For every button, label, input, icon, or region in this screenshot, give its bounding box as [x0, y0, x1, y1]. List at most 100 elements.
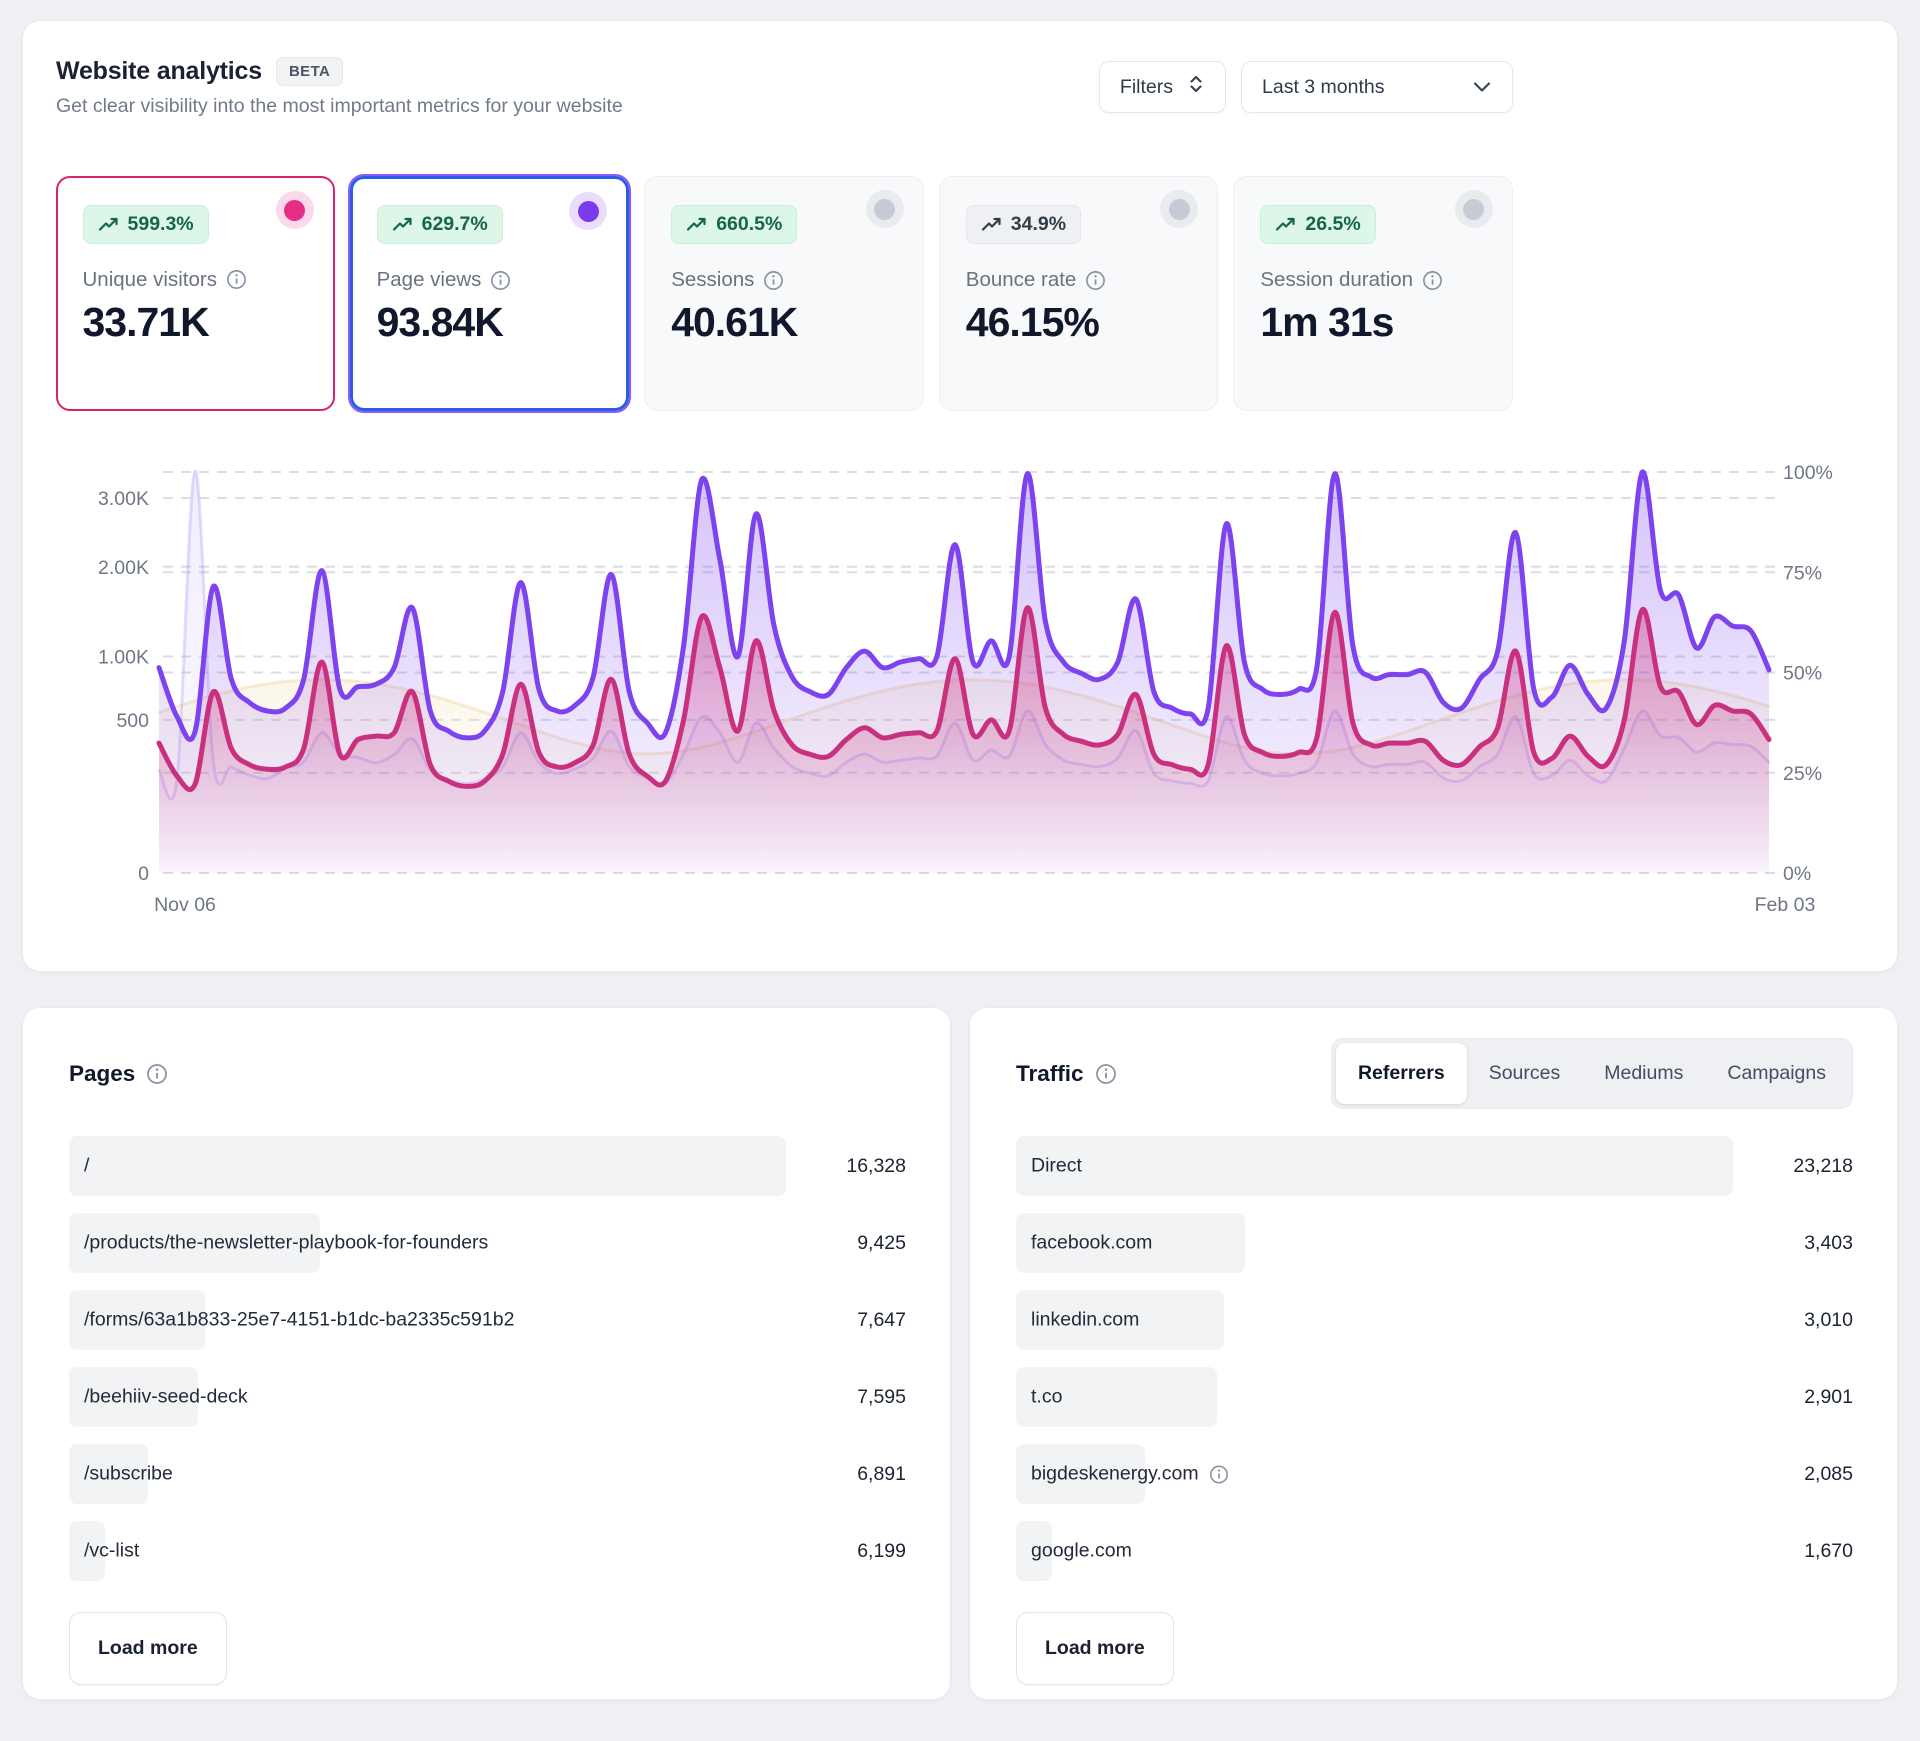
- row-value: 6,199: [786, 1540, 906, 1563]
- info-icon[interactable]: [146, 1063, 168, 1085]
- filters-button[interactable]: Filters: [1099, 61, 1226, 113]
- value-bar: [1016, 1136, 1733, 1196]
- page-title: Website analytics: [56, 57, 262, 86]
- pages-title: Pages: [69, 1061, 135, 1087]
- change-badge: 629.7%: [377, 205, 503, 244]
- right-axis-tick: 50%: [1783, 663, 1822, 685]
- metric-card-sessions[interactable]: 660.5% Sessions 40.61K: [644, 176, 924, 411]
- trending-up-icon: [981, 216, 1002, 233]
- metric-label: Session duration: [1260, 268, 1413, 292]
- row-bar-area: linkedin.com: [1016, 1290, 1733, 1350]
- change-badge: 599.3%: [83, 205, 209, 244]
- row-value: 7,647: [786, 1309, 906, 1332]
- metric-label: Page views: [377, 268, 482, 292]
- metric-cards-row: 599.3% Unique visitors 33.71K 629.7% Pag…: [56, 176, 1513, 411]
- left-axis-tick: 3.00K: [98, 488, 149, 510]
- change-value: 660.5%: [716, 213, 782, 236]
- tab-sources[interactable]: Sources: [1467, 1043, 1583, 1104]
- page-row: /products/the-newsletter-playbook-for-fo…: [69, 1213, 906, 1273]
- tab-referrers[interactable]: Referrers: [1336, 1043, 1467, 1104]
- trending-up-icon: [1275, 216, 1296, 233]
- left-axis-tick: 1.00K: [98, 647, 149, 669]
- left-axis-tick: 500: [116, 710, 149, 732]
- referrer-row: facebook.com 3,403: [1016, 1213, 1853, 1273]
- info-icon[interactable]: [1095, 1063, 1117, 1085]
- row-value: 3,403: [1733, 1232, 1853, 1255]
- row-bar-area: /: [69, 1136, 786, 1196]
- x-axis-end-label: Feb 03: [1755, 894, 1816, 916]
- row-bar-area: facebook.com: [1016, 1213, 1733, 1273]
- traffic-load-more-button[interactable]: Load more: [1016, 1612, 1174, 1685]
- row-bar-area: /vc-list: [69, 1521, 786, 1581]
- metric-card-unique-visitors[interactable]: 599.3% Unique visitors 33.71K: [56, 176, 335, 411]
- tab-campaigns[interactable]: Campaigns: [1705, 1043, 1848, 1104]
- referrer-row: Direct23,218: [1016, 1136, 1853, 1196]
- filters-label: Filters: [1120, 76, 1173, 99]
- chevron-down-icon: [1472, 76, 1492, 99]
- right-axis-tick: 0%: [1783, 863, 1811, 885]
- pages-load-more-button[interactable]: Load more: [69, 1612, 227, 1685]
- row-label: facebook.com: [1031, 1232, 1152, 1255]
- beta-badge: BETA: [276, 57, 343, 86]
- page-row: /vc-list6,199: [69, 1521, 906, 1581]
- row-value: 2,901: [1733, 1386, 1853, 1409]
- x-axis-start-label: Nov 06: [154, 894, 216, 916]
- right-axis-tick: 75%: [1783, 562, 1822, 584]
- right-axis-tick: 100%: [1783, 462, 1833, 484]
- metric-value: 33.71K: [83, 299, 309, 346]
- page-row: /forms/63a1b833-25e7-4151-b1dc-ba2335c59…: [69, 1290, 906, 1350]
- website-analytics-panel: 3.00K 2.00K 1.00K 500 0 100% 75% 50% 25% 0% Nov 06…: [22, 20, 1898, 972]
- left-axis-tick: 0: [138, 863, 149, 885]
- row-bar-area: /subscribe: [69, 1444, 786, 1504]
- page-row: /beehiiv-seed-deck 7,595: [69, 1367, 906, 1427]
- page-row: /16,328: [69, 1136, 906, 1196]
- row-label: /forms/63a1b833-25e7-4151-b1dc-ba2335c59…: [84, 1309, 514, 1332]
- info-icon[interactable]: [1209, 1464, 1229, 1484]
- metric-card-bounce-rate[interactable]: 34.9% Bounce rate 46.15%: [939, 176, 1219, 411]
- info-icon[interactable]: [226, 269, 247, 290]
- metric-card-session-duration[interactable]: 26.5% Session duration 1m 31s: [1233, 176, 1513, 411]
- change-value: 26.5%: [1305, 213, 1360, 236]
- referrer-row: bigdeskenergy.com2,085: [1016, 1444, 1853, 1504]
- series-color-dot: [1160, 190, 1198, 228]
- page-row: /subscribe 6,891: [69, 1444, 906, 1504]
- trending-up-icon: [392, 216, 413, 233]
- change-badge: 26.5%: [1260, 205, 1375, 244]
- analytics-dashboard: 3.00K 2.00K 1.00K 500 0 100% 75% 50% 25% 0% Nov 06…: [0, 20, 1920, 1700]
- traffic-panel: Traffic ReferrersSourcesMediumsCampaigns…: [969, 1007, 1898, 1700]
- row-value: 7,595: [786, 1386, 906, 1409]
- pages-panel: Pages /16,328/products/the-newsletter-pl…: [22, 1007, 951, 1700]
- info-icon[interactable]: [763, 270, 784, 291]
- row-value: 9,425: [786, 1232, 906, 1255]
- change-badge: 660.5%: [671, 205, 797, 244]
- row-label: /beehiiv-seed-deck: [84, 1386, 248, 1409]
- metric-card-page-views[interactable]: 629.7% Page views 93.84K: [350, 176, 630, 411]
- row-label: google.com: [1031, 1540, 1132, 1563]
- date-range-select[interactable]: Last 3 months: [1241, 61, 1513, 113]
- metric-label: Sessions: [671, 268, 754, 292]
- traffic-tabs: ReferrersSourcesMediumsCampaigns: [1331, 1038, 1853, 1109]
- page-subtitle: Get clear visibility into the most impor…: [56, 95, 623, 118]
- info-icon[interactable]: [490, 270, 511, 291]
- referrer-row: linkedin.com3,010: [1016, 1290, 1853, 1350]
- tab-mediums[interactable]: Mediums: [1582, 1043, 1705, 1104]
- row-bar-area: /forms/63a1b833-25e7-4151-b1dc-ba2335c59…: [69, 1290, 786, 1350]
- row-value: 3,010: [1733, 1309, 1853, 1332]
- row-label: /subscribe: [84, 1463, 173, 1486]
- bottom-panels: Pages /16,328/products/the-newsletter-pl…: [22, 1007, 1898, 1700]
- pages-list: /16,328/products/the-newsletter-playbook…: [69, 1136, 906, 1581]
- right-axis-tick: 25%: [1783, 763, 1822, 785]
- row-label: Direct: [1031, 1155, 1082, 1178]
- metric-label: Bounce rate: [966, 268, 1077, 292]
- row-bar-area: bigdeskenergy.com: [1016, 1444, 1733, 1504]
- referrer-row: t.co2,901: [1016, 1367, 1853, 1427]
- metric-label: Unique visitors: [83, 268, 217, 292]
- value-bar: [69, 1136, 786, 1196]
- row-bar-area: t.co: [1016, 1367, 1733, 1427]
- row-label: bigdeskenergy.com: [1031, 1463, 1229, 1486]
- left-axis-tick: 2.00K: [98, 557, 149, 579]
- row-value: 6,891: [786, 1463, 906, 1486]
- row-bar-area: /products/the-newsletter-playbook-for-fo…: [69, 1213, 786, 1273]
- info-icon[interactable]: [1085, 270, 1106, 291]
- info-icon[interactable]: [1422, 270, 1443, 291]
